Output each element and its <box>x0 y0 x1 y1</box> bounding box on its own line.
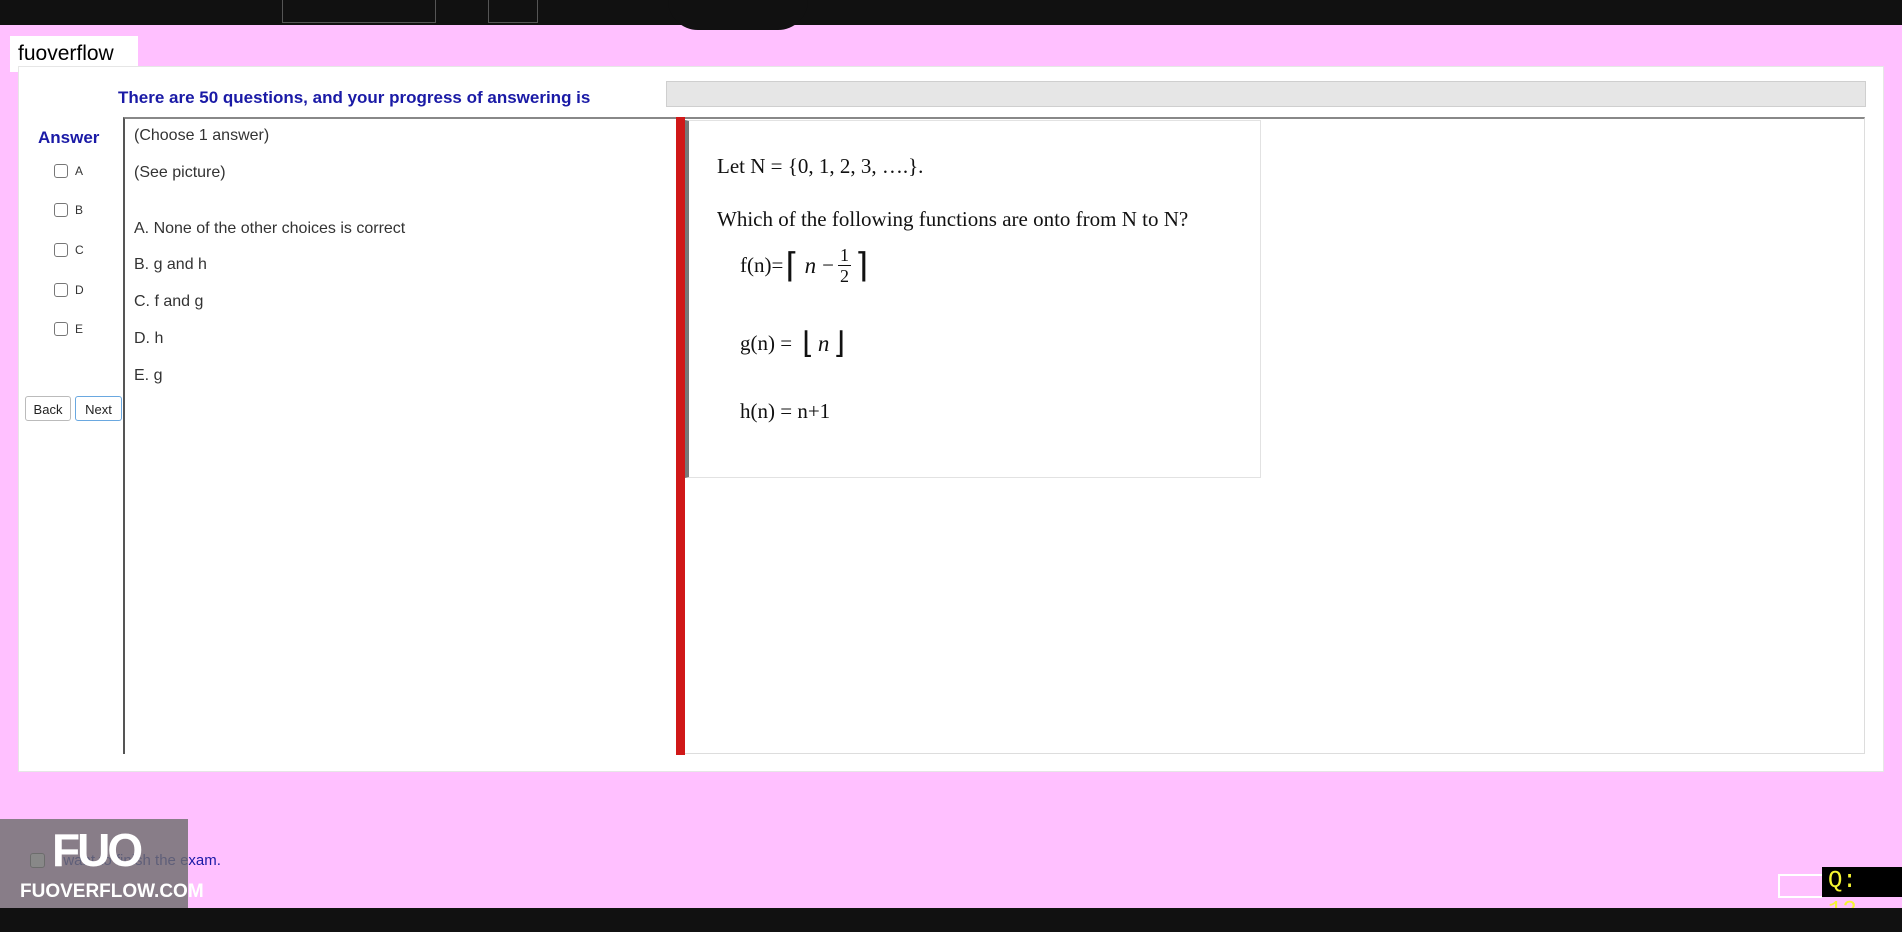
watermark-site: FUOVERFLOW.COM <box>20 881 204 902</box>
question-line-2: Which of the following functions are ont… <box>717 207 1189 231</box>
f-denominator: 2 <box>839 266 849 286</box>
answer-title: Answer <box>38 128 100 147</box>
watermark: FUO FUOVERFLOW.COM <box>0 819 204 908</box>
f-minus: − <box>822 253 834 277</box>
f-fraction: 1 2 <box>837 245 851 286</box>
option-label-b: B <box>75 203 84 217</box>
question-number-outline <box>1778 874 1822 898</box>
f-numerator: 1 <box>837 245 851 266</box>
option-label-d: D <box>75 283 84 297</box>
checkbox-a[interactable] <box>54 164 68 178</box>
next-button[interactable]: Next <box>75 396 122 421</box>
option-label-e: E <box>75 322 84 336</box>
choice-c: C. f and g <box>134 293 204 310</box>
answer-option-a[interactable]: A <box>54 164 83 178</box>
top-field-small <box>488 0 538 23</box>
checkbox-d[interactable] <box>54 283 68 297</box>
checkbox-e[interactable] <box>54 322 68 336</box>
answer-option-d[interactable]: D <box>54 283 84 297</box>
option-label-a: A <box>75 164 84 178</box>
back-button[interactable]: Back <box>25 396 71 421</box>
f-label: f(n)= <box>740 253 784 277</box>
checkbox-b[interactable] <box>54 203 68 217</box>
progress-bar <box>666 81 1866 107</box>
g-variable: n <box>817 330 830 356</box>
choice-d: D. h <box>134 330 164 347</box>
pane-divider[interactable] <box>676 117 685 755</box>
function-g: g(n) = ⌊ n ⌋ <box>740 326 845 361</box>
answer-option-c[interactable]: C <box>54 243 84 257</box>
brand-name: fuoverflow <box>18 42 114 65</box>
top-timer-overflow <box>668 0 808 30</box>
question-number-indicator: Q: 12 <box>1822 867 1902 925</box>
top-bar <box>0 0 1902 30</box>
floor-left-icon: ⌊ <box>802 327 814 360</box>
function-f: f(n)= ⌈ n − 1 2 ⌉ <box>740 245 868 286</box>
choices-panel <box>123 117 678 754</box>
floor-right-icon: ⌋ <box>833 327 846 360</box>
choice-a: A. None of the other choices is correct <box>134 220 406 237</box>
f-variable: n <box>804 252 817 278</box>
choice-b: B. g and h <box>134 256 207 273</box>
checkbox-c[interactable] <box>54 243 68 257</box>
answer-option-b[interactable]: B <box>54 203 83 217</box>
g-label: g(n) = <box>740 331 793 355</box>
option-label-c: C <box>75 243 84 257</box>
ceil-right-icon: ⌉ <box>854 247 869 285</box>
watermark-logo: FUO <box>52 824 143 876</box>
answer-option-e[interactable]: E <box>54 322 83 336</box>
bottom-bar <box>0 908 1902 932</box>
question-image: Let N = {0, 1, 2, 3, ….}. Which of the f… <box>685 120 1261 478</box>
question-line-1: Let N = {0, 1, 2, 3, ….}. <box>717 154 924 178</box>
top-field-left <box>282 0 436 23</box>
see-picture-note: (See picture) <box>134 164 226 181</box>
progress-text: There are 50 questions, and your progres… <box>118 88 591 107</box>
choose-instruction: (Choose 1 answer) <box>134 127 270 144</box>
choice-e: E. g <box>134 367 163 384</box>
function-h: h(n) = n+1 <box>740 399 831 423</box>
ceil-left-icon: ⌈ <box>785 247 799 285</box>
